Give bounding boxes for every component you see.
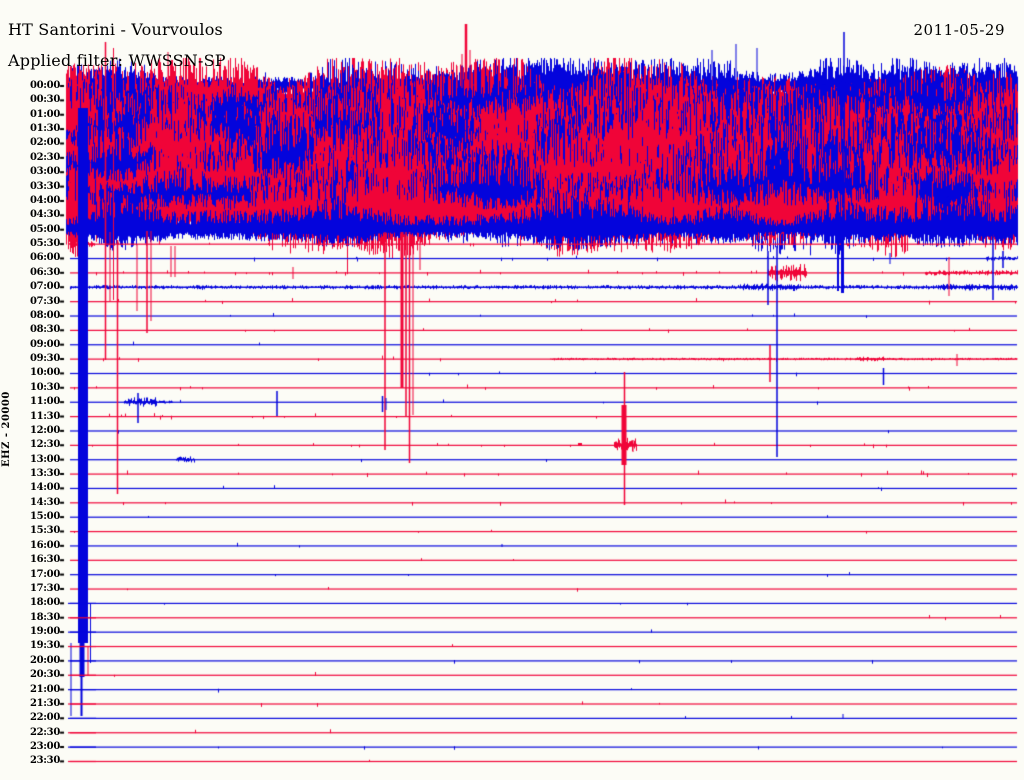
time-label: 04:00 xyxy=(29,194,60,206)
time-label: 22:00 xyxy=(29,712,60,724)
time-label: 05:30 xyxy=(29,238,60,250)
time-label: 20:30 xyxy=(29,669,60,681)
time-label: 03:30 xyxy=(29,180,60,192)
time-label: 00:30 xyxy=(29,94,60,106)
time-label: 21:30 xyxy=(29,697,60,709)
time-label: 07:00 xyxy=(29,281,60,293)
applied-filter-label: Applied filter: WWSSN-SP xyxy=(8,51,226,70)
time-label: 02:30 xyxy=(29,151,60,163)
time-label: 16:00 xyxy=(29,539,60,551)
date-label: 2011-05-29 xyxy=(913,21,1005,39)
time-label: 09:30 xyxy=(29,353,60,365)
time-label: 19:30 xyxy=(29,640,60,652)
time-label: 12:30 xyxy=(29,439,60,451)
time-label: 22:30 xyxy=(29,726,60,738)
time-label: 06:30 xyxy=(29,266,60,278)
time-label: 06:00 xyxy=(29,252,60,264)
time-label: 04:30 xyxy=(29,209,60,221)
time-label: 17:00 xyxy=(29,568,60,580)
seismogram-canvas xyxy=(0,0,1024,780)
time-label: 05:00 xyxy=(29,223,60,235)
time-label: 14:00 xyxy=(29,482,60,494)
time-label: 10:30 xyxy=(29,381,60,393)
time-label: 01:30 xyxy=(29,123,60,135)
time-label: 20:00 xyxy=(29,654,60,666)
time-label: 02:00 xyxy=(29,137,60,149)
time-label: 08:30 xyxy=(29,324,60,336)
page-title: HT Santorini - Vourvoulos xyxy=(8,20,223,39)
time-label: 12:00 xyxy=(29,424,60,436)
time-label: 15:30 xyxy=(29,525,60,537)
time-label: 09:00 xyxy=(29,338,60,350)
time-label: 00:00 xyxy=(29,80,60,91)
time-label: 19:00 xyxy=(29,626,60,638)
time-label: 15:00 xyxy=(29,511,60,523)
time-label: 11:30 xyxy=(29,410,60,422)
time-label: 21:00 xyxy=(29,683,60,695)
time-label: 13:30 xyxy=(29,467,60,479)
time-label: 11:00 xyxy=(29,396,60,408)
time-label: 17:30 xyxy=(29,582,60,594)
time-label: 13:00 xyxy=(29,453,60,465)
time-label: 03:00 xyxy=(29,166,60,178)
time-label: 18:00 xyxy=(29,597,60,609)
time-label: 16:30 xyxy=(29,554,60,566)
time-label: 23:30 xyxy=(29,755,60,767)
time-label: 01:00 xyxy=(29,108,60,120)
time-label: 18:30 xyxy=(29,611,60,623)
time-label: 07:30 xyxy=(29,295,60,307)
time-label: 14:30 xyxy=(29,496,60,508)
time-label: 10:00 xyxy=(29,367,60,379)
seismogram-page: HT Santorini - Vourvoulos Applied filter… xyxy=(0,0,1024,780)
time-label: 08:00 xyxy=(29,309,60,321)
time-label: 23:00 xyxy=(29,741,60,753)
